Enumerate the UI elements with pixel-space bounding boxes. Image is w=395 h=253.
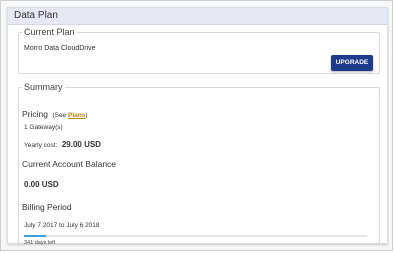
- billing-period: July 7 2017 to July 6 2018: [24, 222, 100, 229]
- window-frame: Data Plan Current Plan Morro Data CloudD…: [0, 0, 393, 251]
- panel-title: Data Plan: [8, 8, 387, 25]
- billing-progress-bar: [24, 235, 367, 237]
- summary-legend: Summary: [24, 82, 63, 92]
- balance-value: 0.00 USD: [24, 180, 59, 189]
- upgrade-button[interactable]: UPGRADE: [331, 55, 373, 71]
- current-plan-section: Current Plan Morro Data CloudDrive UPGRA…: [18, 28, 380, 74]
- see-prefix: (See: [52, 112, 68, 119]
- plan-name: Morro Data CloudDrive: [24, 45, 96, 52]
- billing-title: Billing Period: [22, 202, 72, 212]
- billing-progress-fill: [24, 235, 47, 237]
- summary-section: Summary Pricing (See Plans) 1 Gateway(s)…: [18, 82, 380, 246]
- pricing-heading: Pricing (See Plans): [22, 104, 88, 122]
- yearly-cost-row: Yearly cost: 29.00 USD: [24, 134, 101, 152]
- days-left: 341 days left: [24, 240, 56, 246]
- see-suffix: ): [85, 112, 88, 119]
- data-plan-panel: Data Plan Current Plan Morro Data CloudD…: [7, 7, 388, 246]
- pricing-title: Pricing: [22, 109, 48, 119]
- plans-link[interactable]: Plans: [68, 112, 85, 119]
- yearly-cost-label: Yearly cost:: [24, 142, 58, 149]
- current-plan-legend: Current Plan: [24, 27, 75, 37]
- balance-title: Current Account Balance: [22, 159, 117, 169]
- yearly-cost-value: 29.00 USD: [61, 140, 101, 149]
- gateway-count: 1 Gateway(s): [24, 124, 63, 131]
